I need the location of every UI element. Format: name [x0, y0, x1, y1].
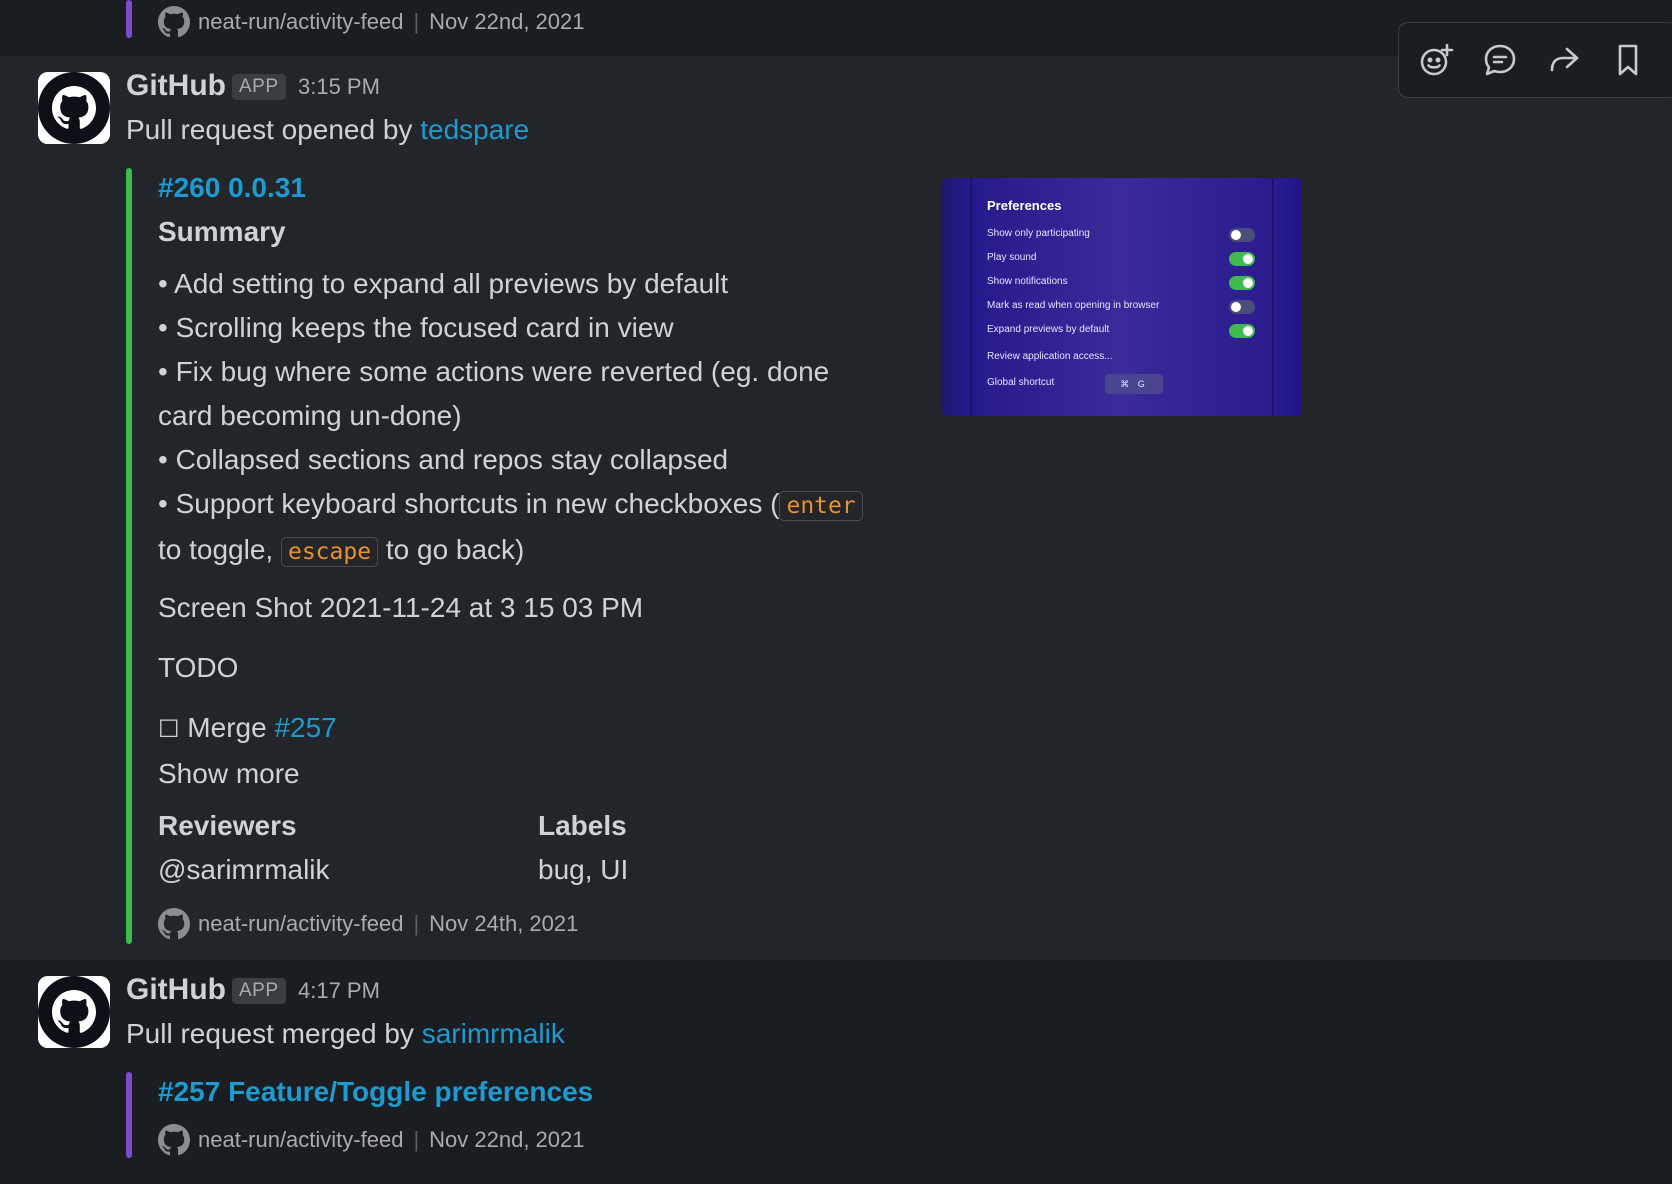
- user-link[interactable]: sarimrmalik: [422, 1018, 565, 1049]
- attachment-bar: [126, 168, 132, 944]
- github-icon: [158, 908, 190, 940]
- preview-toggle: [1229, 276, 1255, 290]
- reviewers-label: Reviewers: [158, 810, 297, 841]
- attachment-footer: neat-run/activity-feed | Nov 22nd, 2021: [158, 1124, 585, 1156]
- attachment-footer: neat-run/activity-feed | Nov 24th, 2021: [158, 908, 578, 940]
- preview-row-label: Show only participating: [987, 228, 1090, 239]
- bullet-item: • Scrolling keeps the focused card in vi…: [158, 312, 674, 343]
- attachment-footer: neat-run/activity-feed | Nov 22nd, 2021: [158, 6, 585, 38]
- avatar[interactable]: [38, 976, 110, 1048]
- bookmark-icon[interactable]: [1609, 41, 1647, 79]
- attachment-bar: [126, 0, 132, 38]
- add-reaction-icon[interactable]: [1417, 41, 1455, 79]
- preview-row-label: Mark as read when opening in browser: [987, 300, 1160, 311]
- attachment-bar: [126, 1072, 132, 1158]
- bullet-item: • Collapsed sections and repos stay coll…: [158, 444, 729, 475]
- attachment-date: Nov 22nd, 2021: [429, 9, 585, 34]
- checkbox-icon: ☐: [158, 716, 180, 743]
- message-text: Pull request merged by sarimrmalik: [126, 1016, 565, 1052]
- preview-shortcut-keys: ⌘ G: [1105, 374, 1163, 394]
- preview-global-shortcut: Global shortcut: [987, 377, 1055, 388]
- action-text: Pull request opened by: [126, 114, 413, 145]
- repo-link[interactable]: neat-run/activity-feed: [198, 7, 403, 37]
- screenshot-preview-image[interactable]: Preferences Show only participating Play…: [942, 178, 1302, 416]
- pr-title-link[interactable]: #260 0.0.31: [158, 170, 918, 206]
- reply-in-thread-icon[interactable]: [1481, 41, 1519, 79]
- github-icon: [158, 6, 190, 38]
- attachment: #257 Feature/Toggle preferences: [158, 1074, 593, 1110]
- preview-row-label: Play sound: [987, 252, 1037, 263]
- preview-edge: [1272, 178, 1274, 416]
- app-badge: APP: [232, 74, 286, 100]
- message-pr-opened[interactable]: GitHub APP 3:15 PM Pull request opened b…: [0, 56, 1672, 960]
- screenshot-link[interactable]: Screen Shot 2021-11-24 at 3 15 03 PM: [158, 586, 918, 630]
- bullet-item: • Support keyboard shortcuts in new chec…: [158, 482, 918, 528]
- summary-heading: Summary: [158, 216, 286, 247]
- message-text: Pull request opened by tedspare: [126, 112, 529, 148]
- bullet-item-continued: card becoming un-done): [158, 400, 462, 431]
- app-badge: APP: [232, 978, 286, 1004]
- show-more-link[interactable]: Show more: [158, 752, 918, 796]
- bullet-text: • Support keyboard shortcuts in new chec…: [158, 488, 780, 519]
- action-text: Pull request merged by: [126, 1018, 414, 1049]
- pr-link[interactable]: #257: [274, 712, 336, 743]
- preview-row-label: Expand previews by default: [987, 324, 1110, 335]
- preview-toggle: [1229, 300, 1255, 314]
- message-actions-toolbar: [1398, 22, 1672, 98]
- preview-toggle: [1229, 324, 1255, 338]
- attachment-date: Nov 22nd, 2021: [429, 1127, 585, 1152]
- avatar[interactable]: [38, 72, 110, 144]
- github-icon: [158, 1124, 190, 1156]
- bullet-item: • Add setting to expand all previews by …: [158, 268, 729, 299]
- merge-text: Merge: [187, 712, 267, 743]
- bullet-list: • Add setting to expand all previews by …: [158, 262, 918, 574]
- preview-edge: [970, 178, 972, 416]
- attachment-date: Nov 24th, 2021: [429, 911, 579, 936]
- footer-separator: |: [413, 911, 420, 936]
- sender-name[interactable]: GitHub: [126, 972, 226, 1008]
- timestamp[interactable]: 4:17 PM: [298, 976, 380, 1006]
- user-link[interactable]: tedspare: [420, 114, 529, 145]
- preview-toggle: [1229, 228, 1255, 242]
- footer-separator: |: [413, 9, 420, 34]
- reviewers-value: @sarimrmalik: [158, 854, 330, 885]
- bullet-item: • Fix bug where some actions were revert…: [158, 356, 830, 387]
- footer-separator: |: [413, 1127, 420, 1152]
- preview-toggle: [1229, 252, 1255, 266]
- message-pr-merged[interactable]: GitHub APP 4:17 PM Pull request merged b…: [0, 960, 1672, 1184]
- sender-name[interactable]: GitHub: [126, 68, 226, 104]
- repo-link[interactable]: neat-run/activity-feed: [198, 1125, 403, 1155]
- github-logo-icon: [38, 72, 110, 144]
- repo-link[interactable]: neat-run/activity-feed: [198, 909, 403, 939]
- share-icon[interactable]: [1545, 41, 1583, 79]
- attachment: #260 0.0.31 Summary • Add setting to exp…: [158, 170, 918, 796]
- bullet-item-continued: to toggle, escape to go back): [158, 528, 918, 574]
- timestamp[interactable]: 3:15 PM: [298, 72, 380, 102]
- bullet-text: to toggle,: [158, 534, 274, 565]
- preview-row-label: Show notifications: [987, 276, 1068, 287]
- todo-text: TODO: [158, 652, 239, 683]
- bullet-text: to go back): [385, 534, 525, 565]
- pr-title-link[interactable]: #257 Feature/Toggle preferences: [158, 1074, 593, 1110]
- code-escape: escape: [280, 537, 379, 567]
- labels-label: Labels: [538, 810, 627, 841]
- preview-review-access: Review application access...: [987, 351, 1113, 362]
- github-logo-icon: [38, 976, 110, 1048]
- preview-title: Preferences: [987, 198, 1062, 213]
- todo-item: ☐ Merge #257: [158, 706, 918, 752]
- code-enter: enter: [779, 491, 863, 521]
- labels-value: bug, UI: [538, 854, 629, 885]
